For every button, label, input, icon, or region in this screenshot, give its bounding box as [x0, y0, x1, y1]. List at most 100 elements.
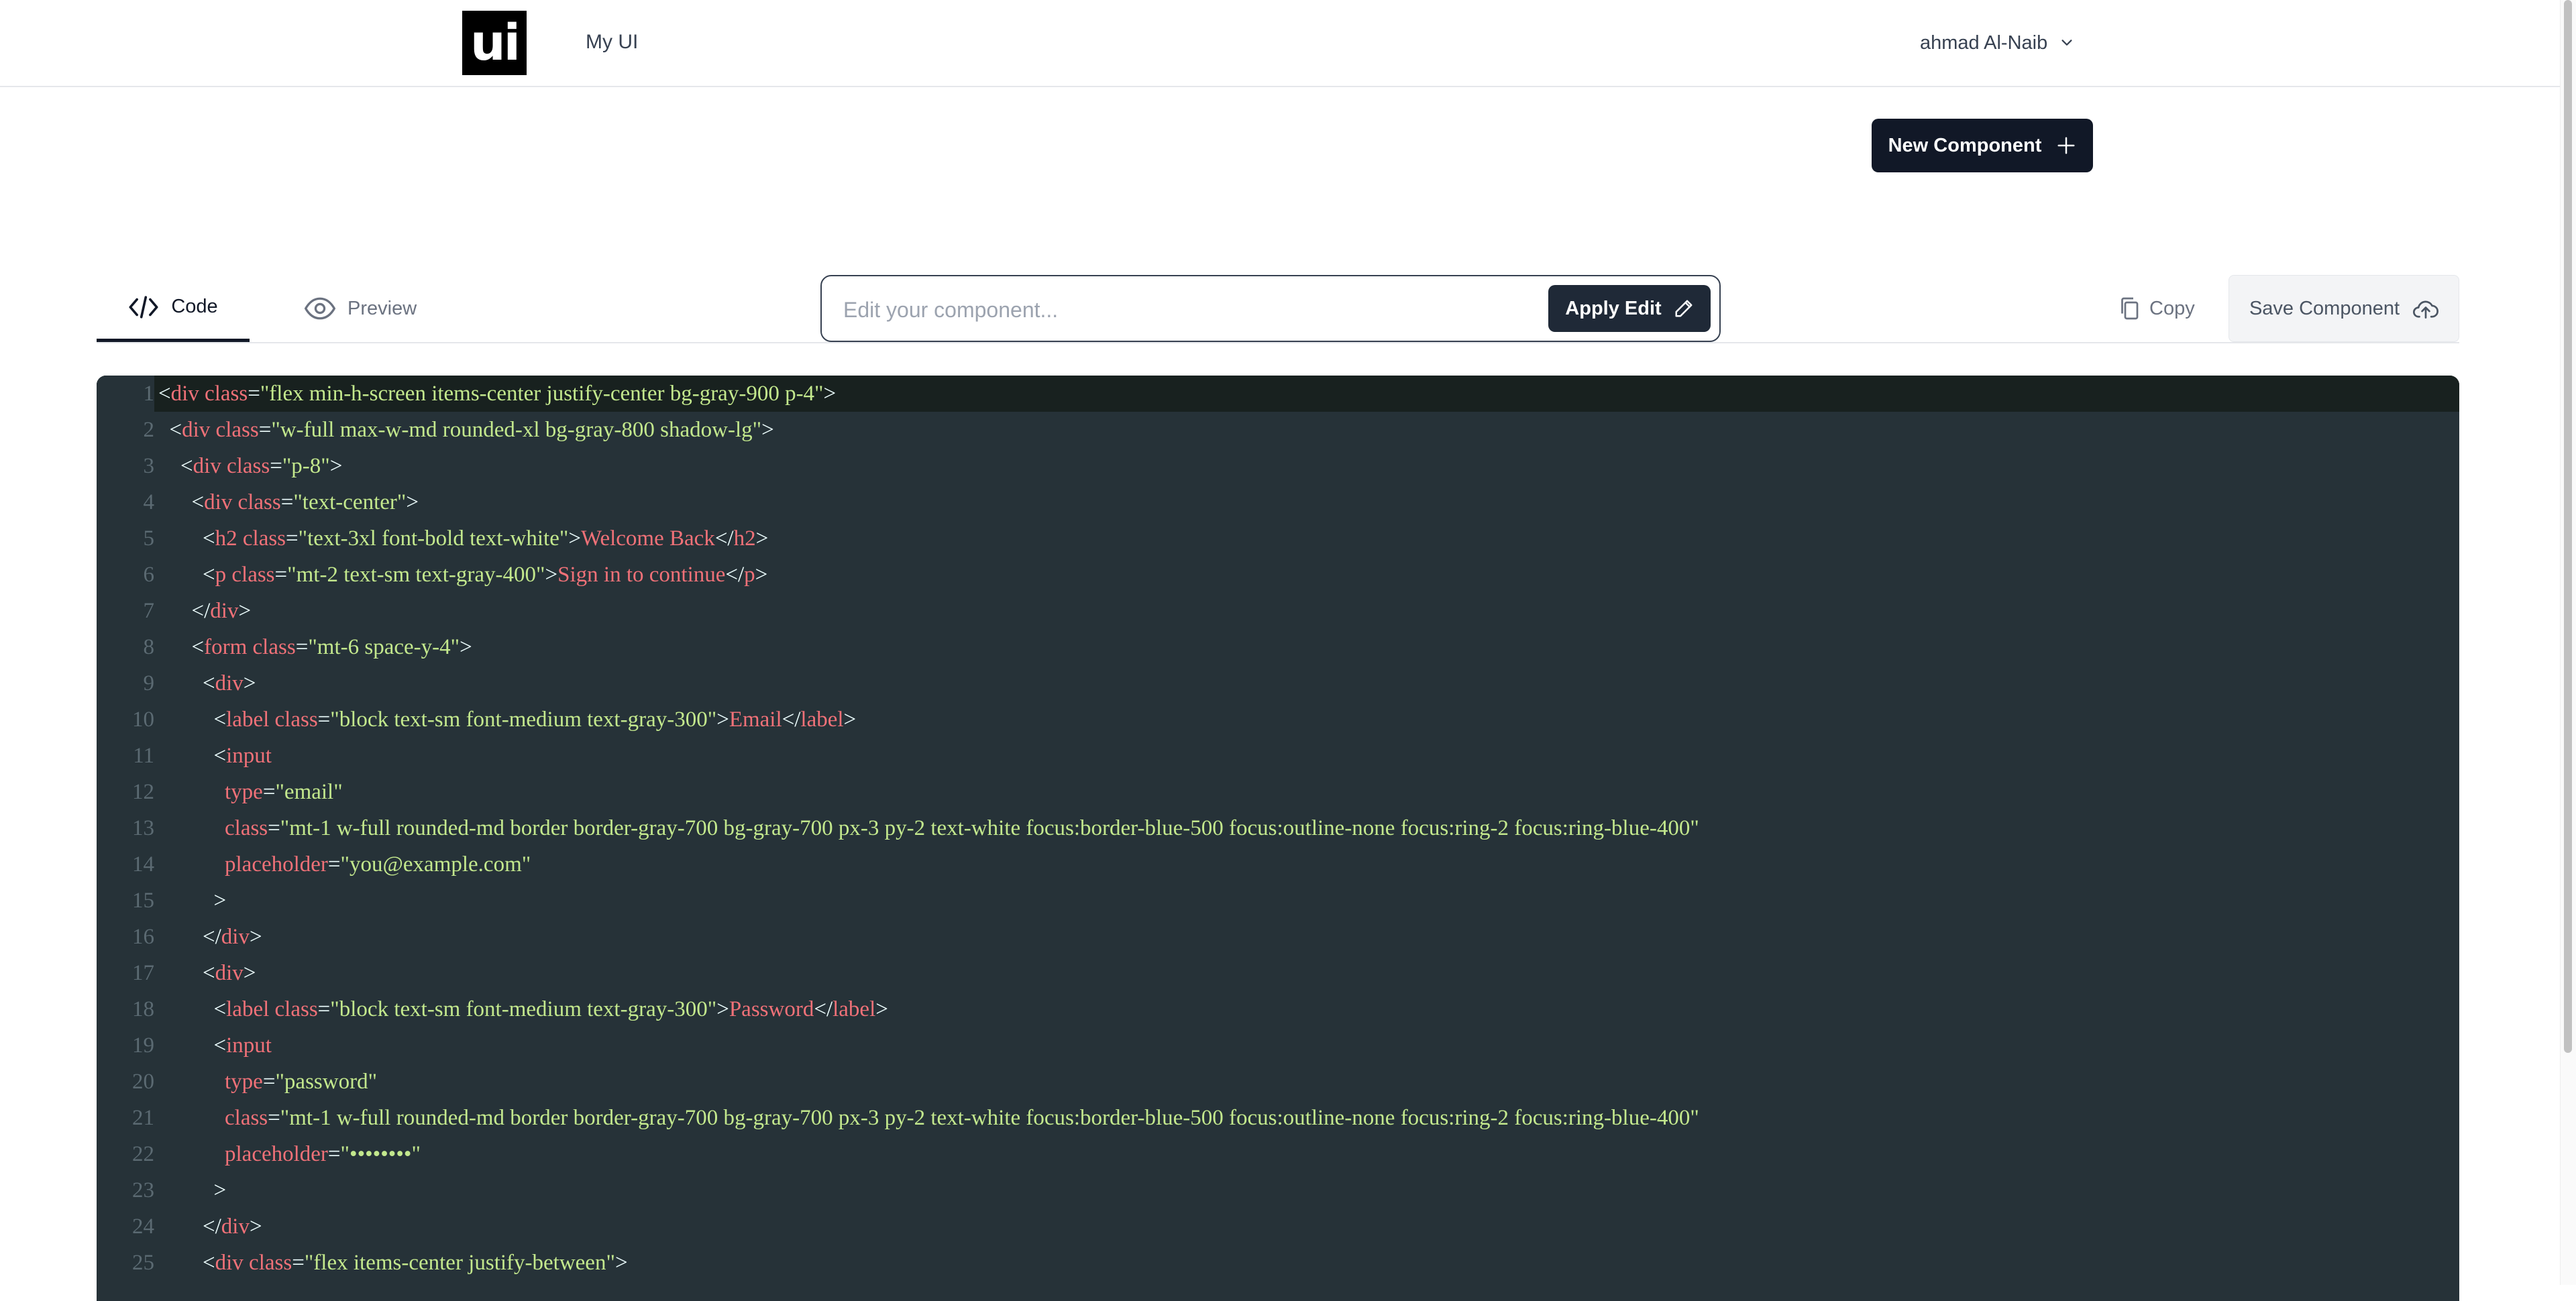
cloud-upload-icon: [2413, 300, 2438, 319]
code-line[interactable]: 22 placeholder="••••••••": [97, 1136, 2459, 1172]
pencil-icon: [1675, 300, 1693, 317]
edit-component-form: Apply Edit: [820, 275, 1721, 342]
line-number: 2: [143, 418, 155, 442]
line-number: 9: [143, 671, 155, 695]
user-menu[interactable]: ahmad Al-Naib: [1920, 28, 2074, 58]
code-text: >: [158, 889, 227, 913]
code-text: <div class="text-center">: [158, 490, 419, 514]
code-line[interactable]: 15 >: [97, 883, 2459, 919]
code-text: <div class="p-8">: [158, 454, 343, 478]
code-text: type="email": [158, 780, 343, 804]
line-number: 7: [143, 599, 155, 623]
code-line[interactable]: 20 type="password": [97, 1064, 2459, 1100]
code-line[interactable]: 16 </div>: [97, 919, 2459, 955]
copy-label: Copy: [2149, 297, 2195, 319]
app-name-link[interactable]: My UI: [586, 31, 638, 54]
line-number: 20: [132, 1070, 154, 1094]
plus-icon: [2057, 137, 2075, 154]
code-text: placeholder="••••••••": [158, 1142, 421, 1166]
tab-preview[interactable]: Preview: [305, 275, 417, 342]
code-line[interactable]: 21 class="mt-1 w-full rounded-md border …: [97, 1100, 2459, 1136]
code-line[interactable]: 8 <form class="mt-6 space-y-4">: [97, 629, 2459, 665]
code-text: </div>: [158, 925, 262, 949]
code-line[interactable]: 23 >: [97, 1172, 2459, 1208]
code-text: class="mt-1 w-full rounded-md border bor…: [158, 1106, 1699, 1130]
line-number: 15: [132, 889, 154, 913]
apply-edit-label: Apply Edit: [1565, 297, 1662, 319]
line-number: 21: [132, 1106, 154, 1130]
line-number: 4: [143, 490, 155, 514]
user-name: ahmad Al-Naib: [1920, 32, 2048, 54]
code-text: <p class="mt-2 text-sm text-gray-400">Si…: [158, 563, 768, 587]
code-line[interactable]: 5 <h2 class="text-3xl font-bold text-whi…: [97, 520, 2459, 557]
app-root: ui My UI ahmad Al-Naib New Component Cod…: [0, 0, 2576, 1301]
code-line[interactable]: 19 <input: [97, 1027, 2459, 1064]
line-number: 24: [132, 1214, 154, 1239]
code-text: >: [158, 1178, 227, 1202]
code-line[interactable]: 25 <div class="flex items-center justify…: [97, 1245, 2459, 1281]
line-number: 13: [132, 816, 154, 840]
code-text: </div>: [158, 1214, 262, 1239]
code-text: <label class="block text-sm font-medium …: [158, 708, 857, 732]
line-number: 16: [132, 925, 154, 949]
line-number: 5: [143, 526, 155, 551]
line-number: 25: [132, 1251, 154, 1275]
code-line[interactable]: 9 <div>: [97, 665, 2459, 701]
save-component-label: Save Component: [2249, 297, 2400, 319]
line-number: 18: [132, 997, 154, 1021]
save-component-button[interactable]: Save Component: [2229, 275, 2459, 342]
code-text: <div>: [158, 961, 256, 985]
line-number: 8: [143, 635, 155, 659]
line-number: 3: [143, 454, 155, 478]
line-number: 22: [132, 1142, 154, 1166]
code-line[interactable]: 10 <label class="block text-sm font-medi…: [97, 701, 2459, 738]
code-editor[interactable]: 1 <div class="flex min-h-screen items-cen…: [97, 376, 2459, 1301]
new-component-label: New Component: [1888, 134, 2042, 156]
line-number: 1: [97, 376, 154, 412]
page-scrollbar-thumb[interactable]: [2564, 0, 2572, 1053]
code-text: <div>: [158, 671, 256, 695]
line-number: 14: [132, 852, 154, 876]
apply-edit-button[interactable]: Apply Edit: [1548, 285, 1711, 332]
line-number: 19: [132, 1033, 154, 1058]
tab-code[interactable]: Code: [97, 275, 250, 342]
code-text: <div class="w-full max-w-md rounded-xl b…: [158, 418, 774, 442]
code-line[interactable]: 6 <p class="mt-2 text-sm text-gray-400">…: [97, 557, 2459, 593]
line-number: 10: [132, 708, 154, 732]
code-text: <form class="mt-6 space-y-4">: [158, 635, 472, 659]
code-line[interactable]: 18 <label class="block text-sm font-medi…: [97, 991, 2459, 1027]
copy-button[interactable]: Copy: [2118, 275, 2195, 342]
code-text: <div class="flex items-center justify-be…: [158, 1251, 628, 1275]
code-line[interactable]: 14 placeholder="you@example.com": [97, 846, 2459, 883]
code-text: </div>: [158, 599, 252, 623]
copy-icon: [2121, 297, 2139, 320]
line-number: 12: [132, 780, 154, 804]
code-text: <input: [158, 744, 272, 768]
code-line[interactable]: 11 <input: [97, 738, 2459, 774]
code-text: class="mt-1 w-full rounded-md border bor…: [158, 816, 1699, 840]
edit-component-input[interactable]: [842, 290, 1515, 330]
chevron-down-icon: [2061, 40, 2072, 46]
line-number: 6: [143, 563, 155, 587]
new-component-button[interactable]: New Component: [1872, 119, 2093, 172]
code-line[interactable]: 7 </div>: [97, 593, 2459, 629]
code-text: <label class="block text-sm font-medium …: [158, 997, 888, 1021]
code-text: placeholder="you@example.com": [158, 852, 531, 876]
code-icon: [129, 295, 158, 319]
line-number: 17: [132, 961, 154, 985]
code-line[interactable]: 12 type="email": [97, 774, 2459, 810]
code-line[interactable]: 3 <div class="p-8">: [97, 448, 2459, 484]
code-text: <div class="flex min-h-screen items-cent…: [158, 382, 837, 406]
code-line[interactable]: 17 <div>: [97, 955, 2459, 991]
code-line[interactable]: 13 class="mt-1 w-full rounded-md border …: [97, 810, 2459, 846]
code-text: type="password": [158, 1070, 378, 1094]
code-line[interactable]: 4 <div class="text-center">: [97, 484, 2459, 520]
code-line[interactable]: 2 <div class="w-full max-w-md rounded-xl…: [97, 412, 2459, 448]
code-line[interactable]: 1 <div class="flex min-h-screen items-cen…: [97, 376, 2459, 412]
top-navbar: ui My UI ahmad Al-Naib: [0, 0, 2560, 87]
app-logo[interactable]: ui: [462, 11, 527, 75]
code-text: <input: [158, 1033, 272, 1058]
code-line[interactable]: 24 </div>: [97, 1208, 2459, 1245]
line-number: 23: [132, 1178, 154, 1202]
tab-code-label: Code: [171, 296, 218, 317]
